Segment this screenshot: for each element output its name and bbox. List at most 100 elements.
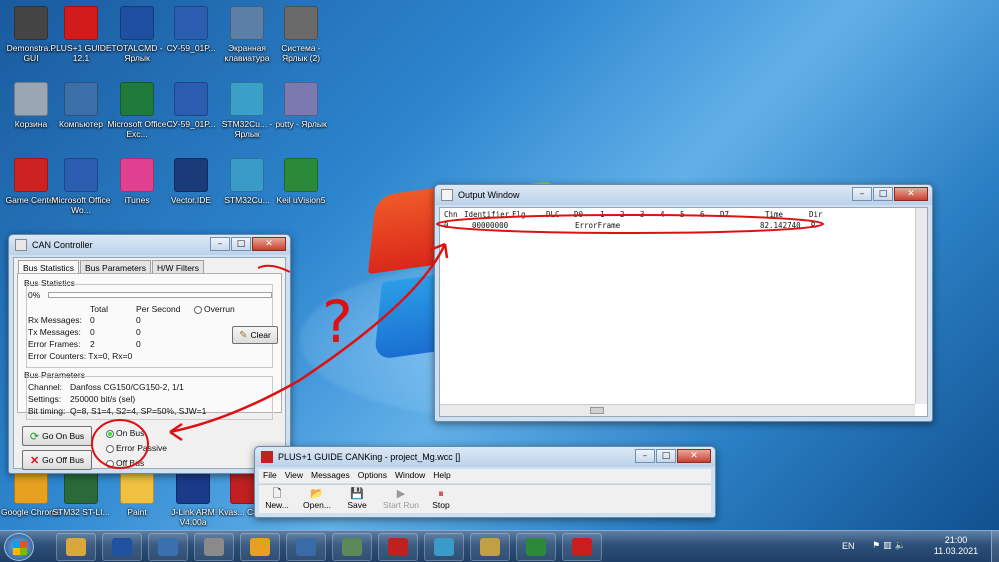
column-header[interactable]: D7 <box>720 210 729 219</box>
clock[interactable]: 21:00 11.03.2021 <box>932 535 980 557</box>
row-dir: R <box>811 221 816 230</box>
start-run-label: Start Run <box>383 500 419 510</box>
desktop-icon[interactable]: J-Link ARM V4.00a <box>162 470 224 527</box>
desktop-icon[interactable]: СУ-59_01Р... <box>160 6 222 53</box>
minimize-button[interactable]: – <box>852 187 872 201</box>
clock-date: 11.03.2021 <box>933 546 979 556</box>
desktop-icon[interactable]: Keil uVision5 <box>270 158 332 205</box>
desktop-icon[interactable]: STM32Cu... <box>216 158 278 205</box>
close-button[interactable]: ✕ <box>252 237 286 251</box>
canking-window[interactable]: PLUS+1 GUIDE CANKing - project_Mg.wcc []… <box>254 446 716 518</box>
calculator-icon <box>204 538 224 556</box>
open-folder-icon: 📂 <box>310 488 324 500</box>
horizontal-scrollbar[interactable] <box>440 404 915 416</box>
menu-file[interactable]: File <box>259 469 281 483</box>
desktop-icon[interactable]: Vector.IDE <box>160 158 222 205</box>
column-header[interactable]: 6 <box>700 210 705 219</box>
desktop-icon[interactable]: STM32 ST-LI... <box>50 470 112 517</box>
open-button[interactable]: 📂 Open... <box>299 488 335 510</box>
toolbox-icon <box>388 538 408 556</box>
maximize-button[interactable]: □ <box>656 449 676 463</box>
desktop-icon[interactable]: Microsoft Office Exc... <box>106 82 168 139</box>
flag-icon[interactable]: ⚑ <box>872 541 883 551</box>
column-header[interactable]: 2 <box>620 210 625 219</box>
taskbar-network-button[interactable] <box>286 533 326 561</box>
taskbar-explorer-button[interactable] <box>56 533 96 561</box>
rx-total: 0 <box>90 315 95 325</box>
output-window[interactable]: Output Window – □ ✕ Chn Identifier Flg DLC D… <box>434 184 933 422</box>
close-button[interactable]: ✕ <box>894 187 928 201</box>
clear-button[interactable]: ✎ Clear <box>232 326 278 344</box>
maximize-button[interactable]: □ <box>873 187 893 201</box>
output-log[interactable]: Chn Identifier Flg DLC D0 1 2 3 4 5 6 D7 Time Dir 0 0… <box>439 207 928 417</box>
column-header[interactable]: 3 <box>640 210 645 219</box>
save-icon: 💾 <box>350 488 364 500</box>
column-header[interactable]: Identifier <box>464 210 509 219</box>
canking-title: PLUS+1 GUIDE CANKing - project_Mg.wcc [] <box>278 452 461 462</box>
stop-button[interactable]: ⏸ Stop <box>423 488 459 510</box>
desktop-icon[interactable]: iTunes <box>106 158 168 205</box>
taskbar-chrome-button[interactable] <box>240 533 280 561</box>
taskbar-control-panel-button[interactable] <box>148 533 188 561</box>
go-on-bus-button[interactable]: ⟳ Go On Bus <box>22 426 92 446</box>
go-off-bus-button[interactable]: ✕ Go Off Bus <box>22 450 92 470</box>
desktop-icon-label: Система - Ярлык (2) <box>281 43 321 63</box>
column-header[interactable]: Dir <box>809 210 823 219</box>
clock-time: 21:00 <box>944 535 968 545</box>
maximize-button[interactable]: □ <box>231 237 251 251</box>
desktop-icon[interactable]: Paint <box>106 470 168 517</box>
column-header[interactable]: D0 <box>574 210 583 219</box>
language-indicator[interactable]: EN <box>842 541 855 551</box>
minimize-button[interactable]: – <box>210 237 230 251</box>
new-button[interactable]: 🗋 New... <box>259 488 295 510</box>
column-header[interactable]: Time <box>765 210 783 219</box>
taskbar-calculator-button[interactable] <box>194 533 234 561</box>
output-row[interactable]: 0 00000000 ErrorFrame 82.142740 R <box>440 221 915 231</box>
column-header[interactable]: 5 <box>680 210 685 219</box>
column-header[interactable]: Flg <box>512 210 526 219</box>
taskbar-plus1-button[interactable] <box>562 533 602 561</box>
menu-options[interactable]: Options <box>354 469 391 483</box>
desktop-icon[interactable]: Microsoft Office Wo... <box>50 158 112 215</box>
can-controller-window[interactable]: CAN Controller – □ ✕ Bus Statistics Bus … <box>8 234 291 474</box>
start-button[interactable] <box>4 533 34 561</box>
column-header[interactable]: 1 <box>600 210 605 219</box>
show-desktop-button[interactable] <box>991 531 999 562</box>
column-header[interactable]: Chn <box>444 210 458 219</box>
menu-help[interactable]: Help <box>429 469 454 483</box>
column-header[interactable]: 4 <box>660 210 665 219</box>
desktop-icon[interactable]: TOTALCMD - Ярлык <box>106 6 168 63</box>
taskbar-keil-button[interactable] <box>516 533 556 561</box>
vertical-scrollbar[interactable] <box>915 208 927 404</box>
taskbar-toolbox-button[interactable] <box>378 533 418 561</box>
mx-icon <box>230 158 264 192</box>
desktop-icon[interactable]: Система - Ярлык (2) <box>270 6 332 63</box>
desktop-icon[interactable]: putty - Ярлык <box>270 82 332 129</box>
desktop-icon-label: Экранная клавиатура <box>224 43 270 63</box>
state-off-bus: Off Bus <box>106 458 144 468</box>
menu-messages[interactable]: Messages <box>307 469 354 483</box>
vector-ide-icon <box>174 158 208 192</box>
menu-window[interactable]: Window <box>391 469 429 483</box>
network-icon[interactable]: ▥ <box>883 541 895 551</box>
desktop-icon[interactable]: Экранная клавиатура <box>216 6 278 63</box>
save-button[interactable]: 💾 Save <box>339 488 375 510</box>
volume-icon[interactable]: 🔈 <box>895 541 909 551</box>
menu-view[interactable]: View <box>281 469 307 483</box>
scroll-thumb[interactable] <box>590 407 604 414</box>
taskbar-paint-button[interactable] <box>470 533 510 561</box>
desktop-icon[interactable]: СУ-59_01Р... <box>160 82 222 129</box>
taskbar-MX-button[interactable] <box>424 533 464 561</box>
column-header[interactable]: DLC <box>546 210 560 219</box>
desktop-icon[interactable]: PLUS+1 GUIDE 12.1 <box>50 6 112 63</box>
row-channel: 0 <box>444 221 449 230</box>
minimize-button[interactable]: – <box>635 449 655 463</box>
start-run-button[interactable]: ▶ Start Run <box>383 488 419 510</box>
desktop-icon[interactable]: Компьютер <box>50 82 112 129</box>
taskbar-floppy-button[interactable] <box>102 533 142 561</box>
desktop-icon[interactable]: STM32Cu... - Ярлык <box>216 82 278 139</box>
refresh-green-icon: ⟳ <box>29 430 40 443</box>
settings-label: Settings: <box>28 394 62 404</box>
taskbar-task-manager-button[interactable] <box>332 533 372 561</box>
close-button[interactable]: ✕ <box>677 449 711 463</box>
